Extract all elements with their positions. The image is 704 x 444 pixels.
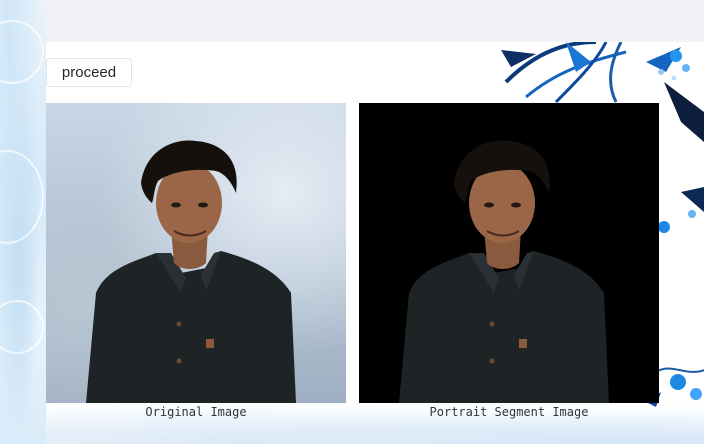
portrait-segment-image [359,103,659,403]
left-decorative-background [0,0,46,444]
proceed-button[interactable]: proceed [46,58,132,87]
original-image [46,103,346,403]
segment-image-caption: Portrait Segment Image [429,405,589,419]
original-image-caption: Original Image [145,405,247,419]
app-header-bar [46,0,704,42]
